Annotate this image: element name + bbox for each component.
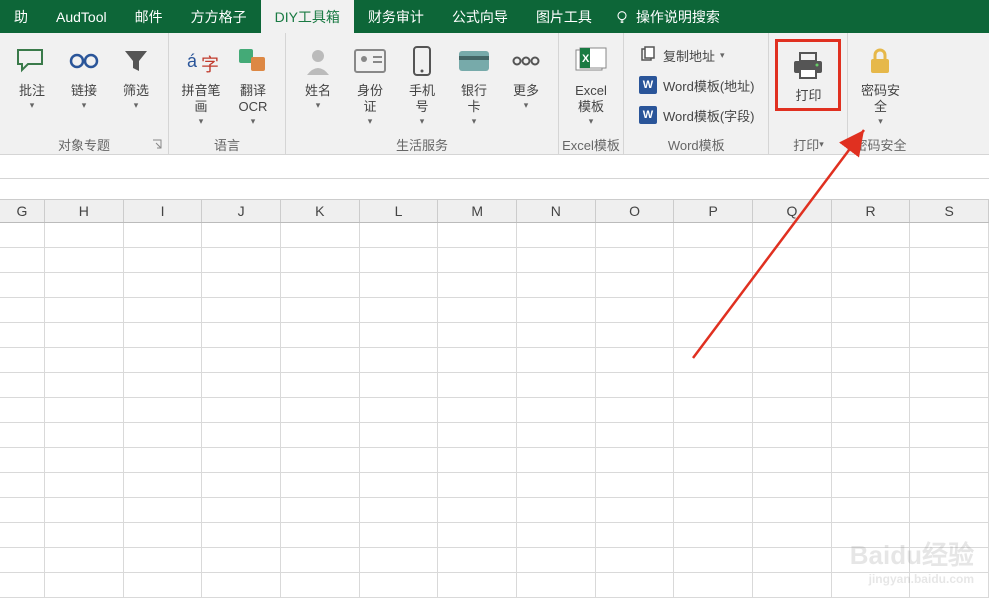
group-language: á字 拼音笔 画 ▾ 翻译 OCR ▾ 语言	[169, 33, 286, 154]
col-header[interactable]: I	[124, 200, 203, 222]
col-header[interactable]: S	[910, 200, 989, 222]
name-button[interactable]: 姓名 ▾	[292, 39, 344, 113]
col-header[interactable]: O	[596, 200, 675, 222]
col-header[interactable]: K	[281, 200, 360, 222]
word-icon: W	[639, 76, 657, 94]
tab-diy-toolbox[interactable]: DIY工具箱	[261, 0, 354, 33]
svg-text:X: X	[582, 53, 590, 65]
chevron-down-icon: ▾	[589, 116, 594, 127]
col-header[interactable]: N	[517, 200, 596, 222]
col-header[interactable]: R	[832, 200, 911, 222]
chevron-down-icon: ▾	[878, 116, 883, 127]
tab-audtool[interactable]: AudTool	[42, 0, 121, 33]
chevron-down-icon: ▾	[199, 116, 204, 127]
phone-button[interactable]: 手机 号 ▾	[396, 39, 448, 129]
link-icon	[67, 46, 101, 76]
group-security: 密码安 全 ▾ 密码安全	[848, 33, 912, 154]
chevron-down-icon: ▾	[316, 100, 321, 111]
pinyin-button[interactable]: á字 拼音笔 画 ▾	[175, 39, 227, 129]
security-button[interactable]: 密码安 全 ▾	[854, 39, 906, 129]
tab-fangfang[interactable]: 方方格子	[177, 0, 261, 33]
copy-icon	[639, 46, 657, 64]
lightbulb-icon	[614, 9, 630, 25]
tab-finance[interactable]: 财务审计	[354, 0, 438, 33]
chevron-down-icon: ▾	[472, 116, 477, 127]
word-template-address-button[interactable]: W Word模板(地址)	[632, 71, 760, 99]
lock-icon	[866, 45, 894, 77]
bank-button[interactable]: 银行 卡 ▾	[448, 39, 500, 129]
group-print: 打印 打印▾	[769, 33, 848, 154]
help-search-label: 操作说明搜索	[636, 7, 720, 27]
group-life: 姓名 ▾ 身份 证 ▾ 手机 号 ▾ 银行 卡 ▾ 更多 ▾	[286, 33, 559, 154]
filter-icon	[121, 46, 151, 76]
col-header[interactable]: Q	[753, 200, 832, 222]
col-header[interactable]: M	[438, 200, 517, 222]
annotate-icon	[14, 46, 50, 76]
more-button[interactable]: 更多 ▾	[500, 39, 552, 113]
excel-template-button[interactable]: X Excel 模板 ▾	[565, 39, 617, 129]
svg-text:á: á	[187, 51, 198, 71]
phone-icon	[411, 45, 433, 77]
ribbon: 批注 ▾ 链接 ▾ 筛选 ▾ 对象专题 á字 拼音笔 画 ▾	[0, 33, 989, 155]
col-header[interactable]: P	[674, 200, 753, 222]
chevron-down-icon: ▾	[368, 116, 373, 127]
col-header[interactable]: J	[202, 200, 281, 222]
printer-icon	[790, 51, 826, 81]
copy-address-button[interactable]: 复制地址 ▾	[632, 41, 760, 69]
pinyin-icon: á字	[183, 45, 219, 77]
chevron-down-icon: ▾	[720, 50, 725, 61]
formula-bar[interactable]	[0, 155, 989, 179]
more-icon	[509, 52, 543, 70]
ocr-button[interactable]: 翻译 OCR ▾	[227, 39, 279, 129]
idcard-icon	[353, 48, 387, 74]
filter-button[interactable]: 筛选 ▾	[110, 39, 162, 113]
group-object: 批注 ▾ 链接 ▾ 筛选 ▾ 对象专题	[0, 33, 169, 154]
link-button[interactable]: 链接 ▾	[58, 39, 110, 113]
group-excel: X Excel 模板 ▾ Excel模板	[559, 33, 624, 154]
column-headers: G H I J K L M N O P Q R S	[0, 200, 989, 223]
col-header[interactable]: G	[0, 200, 45, 222]
word-template-field-button[interactable]: W Word模板(字段)	[632, 101, 760, 129]
chevron-down-icon: ▾	[134, 100, 139, 111]
chevron-down-icon: ▾	[251, 116, 256, 127]
idcard-button[interactable]: 身份 证 ▾	[344, 39, 396, 129]
tab-mail[interactable]: 邮件	[121, 0, 177, 33]
chevron-down-icon: ▾	[524, 100, 529, 111]
translate-icon	[236, 46, 270, 76]
person-icon	[302, 45, 334, 77]
svg-text:字: 字	[201, 55, 219, 75]
chevron-down-icon: ▾	[82, 100, 87, 111]
tab-bar: 助 AudTool 邮件 方方格子 DIY工具箱 财务审计 公式向导 图片工具 …	[0, 0, 989, 33]
word-icon: W	[639, 106, 657, 124]
annotate-button[interactable]: 批注 ▾	[6, 39, 58, 113]
dialog-launcher-icon[interactable]	[150, 137, 164, 151]
col-header[interactable]: L	[360, 200, 439, 222]
print-button[interactable]: 打印	[775, 39, 841, 111]
help-search[interactable]: 操作说明搜索	[614, 0, 720, 33]
col-header[interactable]: H	[45, 200, 124, 222]
group-word: 复制地址 ▾ W Word模板(地址) W Word模板(字段) Word模板	[624, 33, 769, 154]
tab-image[interactable]: 图片工具	[522, 0, 606, 33]
spacer	[0, 179, 989, 200]
tab-help[interactable]: 助	[0, 0, 42, 33]
chevron-down-icon: ▾	[30, 100, 35, 111]
chevron-down-icon: ▾	[420, 116, 425, 127]
tab-formula[interactable]: 公式向导	[438, 0, 522, 33]
spreadsheet-grid[interactable]	[0, 223, 989, 598]
excel-template-icon: X	[572, 46, 610, 76]
chevron-down-icon: ▾	[819, 139, 824, 150]
bankcard-icon	[457, 49, 491, 73]
